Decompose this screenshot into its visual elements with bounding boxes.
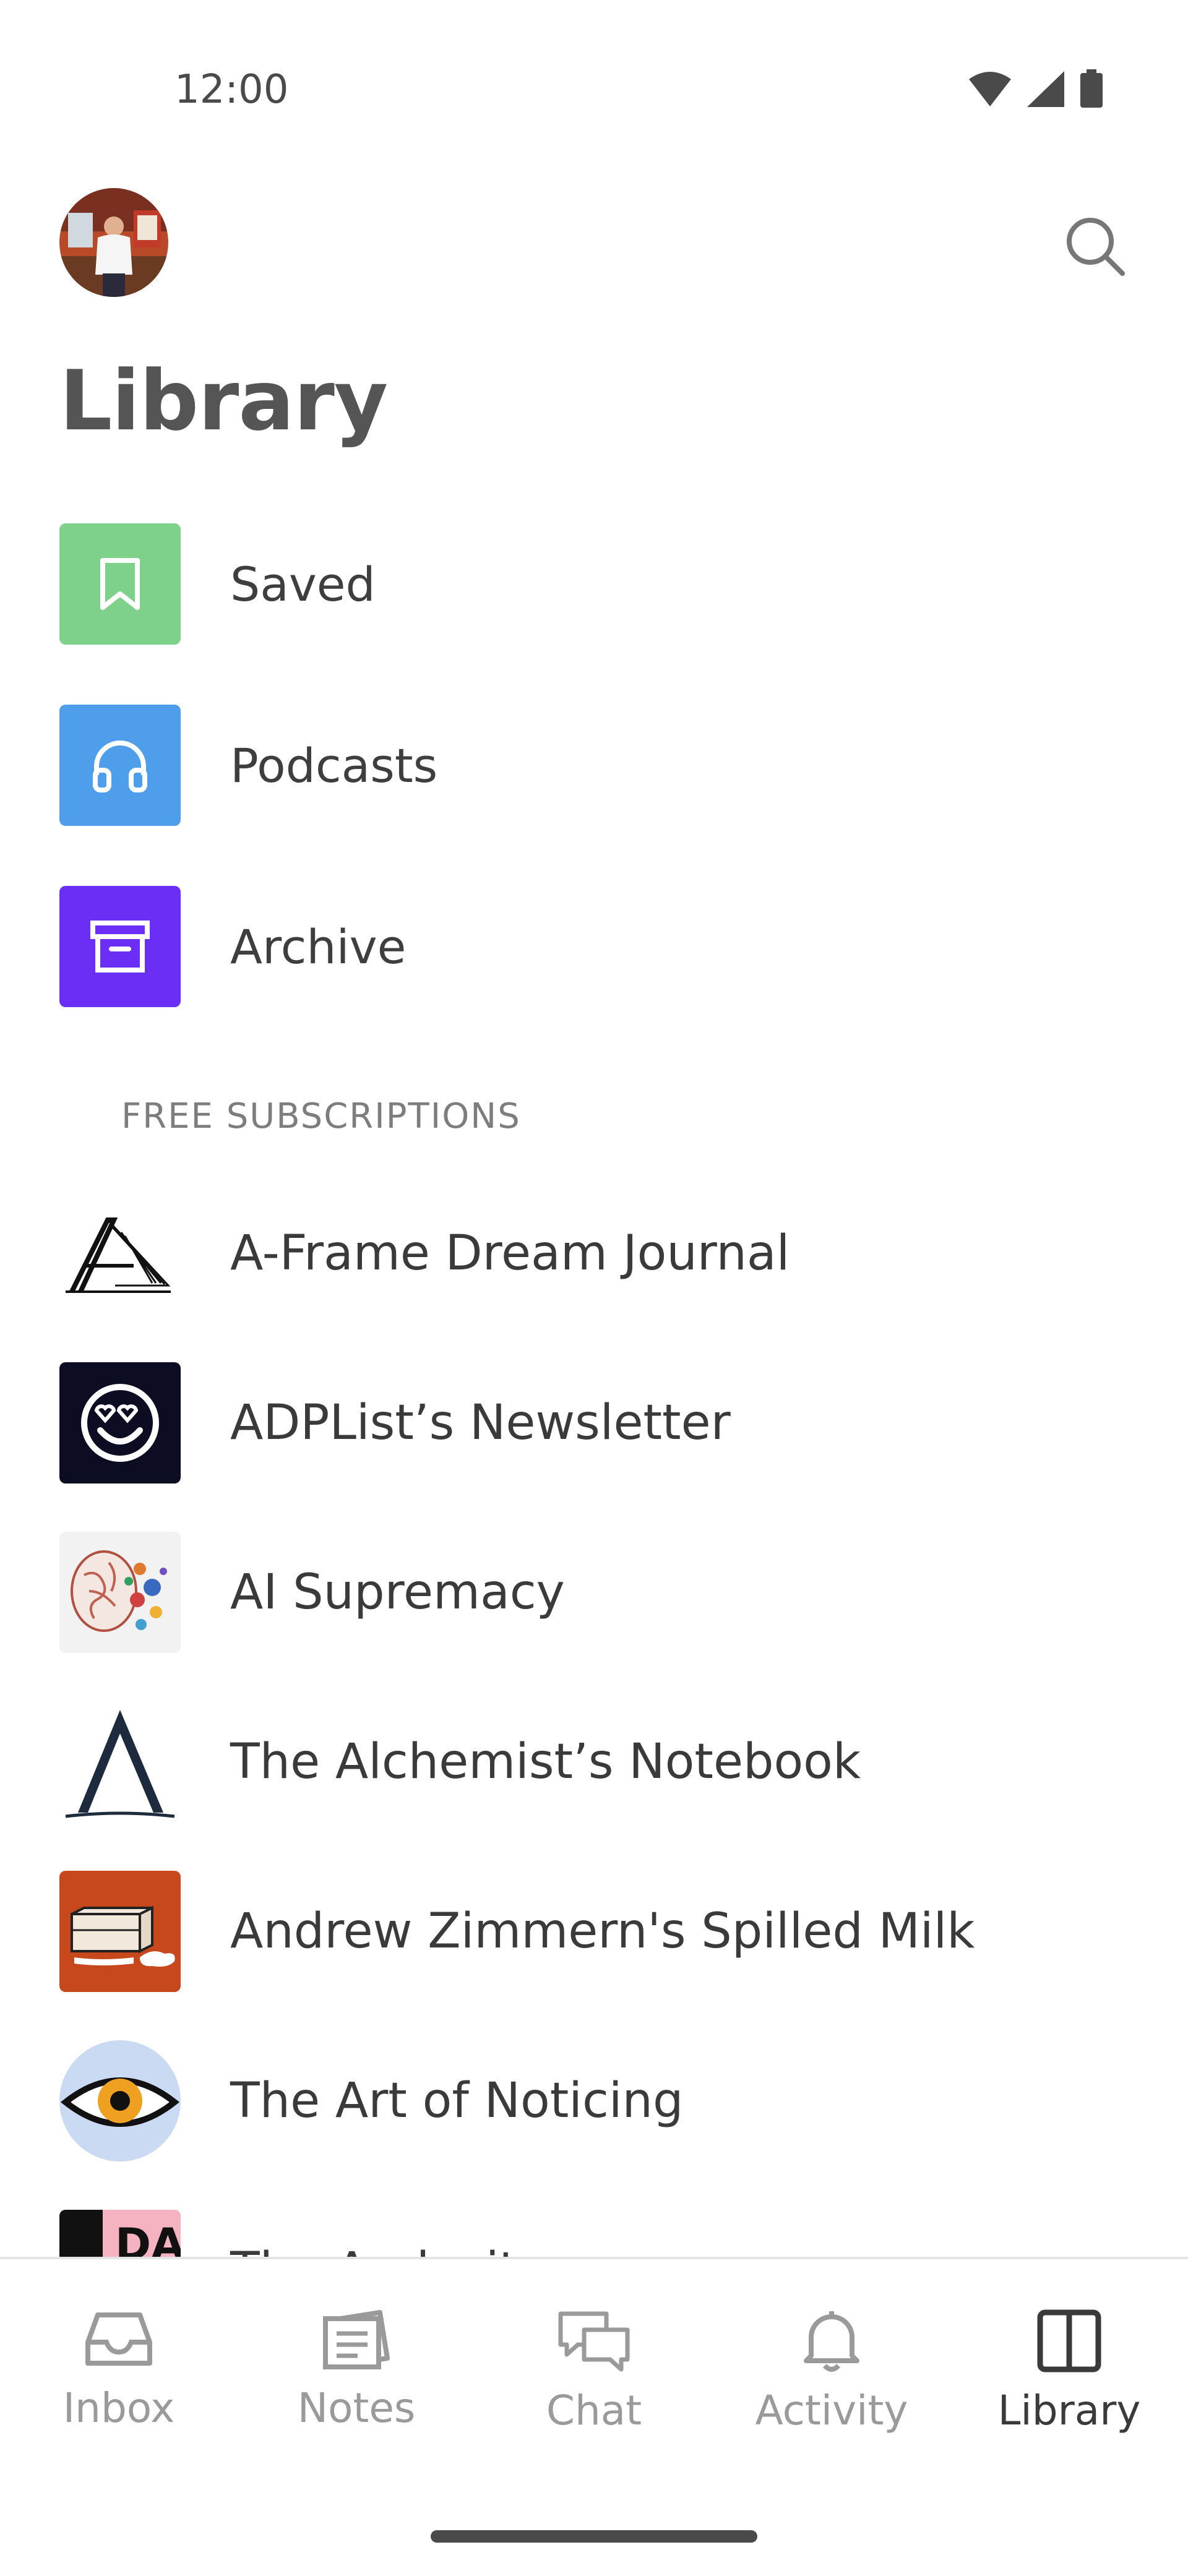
podcasts-icon-tile — [59, 705, 181, 826]
archive-box-icon — [90, 921, 150, 972]
adplist-logo — [59, 1362, 181, 1483]
saved-icon-tile — [59, 523, 181, 645]
avatar-image — [59, 188, 168, 297]
spilled-milk-logo — [59, 1871, 181, 1992]
avatar[interactable] — [59, 188, 168, 297]
wifi-icon — [969, 72, 1011, 106]
subscription-item[interactable]: The Art of Noticing — [59, 2040, 1129, 2162]
chat-icon — [558, 2311, 630, 2372]
library-icon — [1037, 2309, 1101, 2372]
subscription-item[interactable]: DA The Audacity — [59, 2210, 1129, 2257]
status-icons — [968, 69, 1104, 109]
a-frame-logo — [59, 1193, 181, 1314]
ai-supremacy-logo — [59, 1532, 181, 1653]
search-button[interactable] — [1059, 210, 1131, 282]
nav-label: Notes — [297, 2384, 416, 2432]
subscription-name: The Audacity — [230, 2243, 546, 2257]
subscription-item[interactable]: A-Frame Dream Journal — [59, 1193, 1129, 1314]
library-item-label: Podcasts — [230, 737, 438, 793]
archive-icon-tile — [59, 886, 181, 1007]
nav-label: Inbox — [62, 2384, 175, 2432]
library-item-label: Archive — [230, 919, 407, 974]
nav-label: Chat — [546, 2387, 642, 2434]
library-item-label: Saved — [230, 556, 376, 612]
subscriptions-list: FREE SUBSCRIPTIONS A-Frame Dream Journal… — [0, 1052, 1188, 2257]
svg-text:DA: DA — [115, 2219, 181, 2257]
battery-icon — [1080, 69, 1103, 108]
subscription-item[interactable]: The Alchemist’s Notebook — [59, 1701, 1129, 1823]
section-header: FREE SUBSCRIPTIONS — [121, 1096, 521, 1136]
library-item-saved[interactable]: Saved — [59, 523, 1129, 645]
inbox-icon — [85, 2312, 152, 2366]
subscription-item[interactable]: ADPList’s Newsletter — [59, 1362, 1129, 1483]
notes-icon — [323, 2310, 390, 2369]
headphones-icon — [93, 741, 147, 792]
home-indicator[interactable] — [431, 2530, 757, 2543]
search-icon — [1067, 218, 1125, 276]
audacity-logo: DA — [59, 2210, 181, 2257]
subscription-name: A-Frame Dream Journal — [230, 1226, 790, 1281]
bookmark-icon — [100, 558, 140, 610]
nav-notes[interactable]: Notes — [238, 2309, 475, 2470]
subscription-name: The Art of Noticing — [230, 2073, 684, 2129]
alchemist-logo — [59, 1701, 181, 1823]
subscription-item[interactable]: AI Supremacy — [59, 1532, 1129, 1653]
library-item-podcasts[interactable]: Podcasts — [59, 705, 1129, 826]
subscription-name: AI Supremacy — [230, 1565, 565, 1620]
subscription-name: The Alchemist’s Notebook — [230, 1734, 861, 1790]
nav-chat[interactable]: Chat — [475, 2309, 713, 2470]
status-bar: 12:00 — [0, 0, 1188, 179]
page-title: Library — [59, 353, 388, 449]
signal-icon — [1027, 71, 1064, 107]
nav-label: Activity — [755, 2387, 908, 2434]
subscription-name: ADPList’s Newsletter — [230, 1395, 731, 1451]
nav-label: Library — [997, 2387, 1141, 2434]
subscription-name: Andrew Zimmern's Spilled Milk — [230, 1904, 975, 1959]
status-time: 12:00 — [174, 67, 289, 113]
nav-activity[interactable]: Activity — [713, 2309, 950, 2470]
nav-library[interactable]: Library — [950, 2309, 1188, 2470]
bell-icon — [804, 2311, 859, 2372]
library-item-archive[interactable]: Archive — [59, 886, 1129, 1007]
art-of-noticing-logo — [59, 2040, 181, 2162]
bottom-nav: Inbox Notes Chat Activity Library — [0, 2257, 1188, 2576]
nav-inbox[interactable]: Inbox — [0, 2309, 238, 2470]
subscription-item[interactable]: Andrew Zimmern's Spilled Milk — [59, 1871, 1129, 1992]
